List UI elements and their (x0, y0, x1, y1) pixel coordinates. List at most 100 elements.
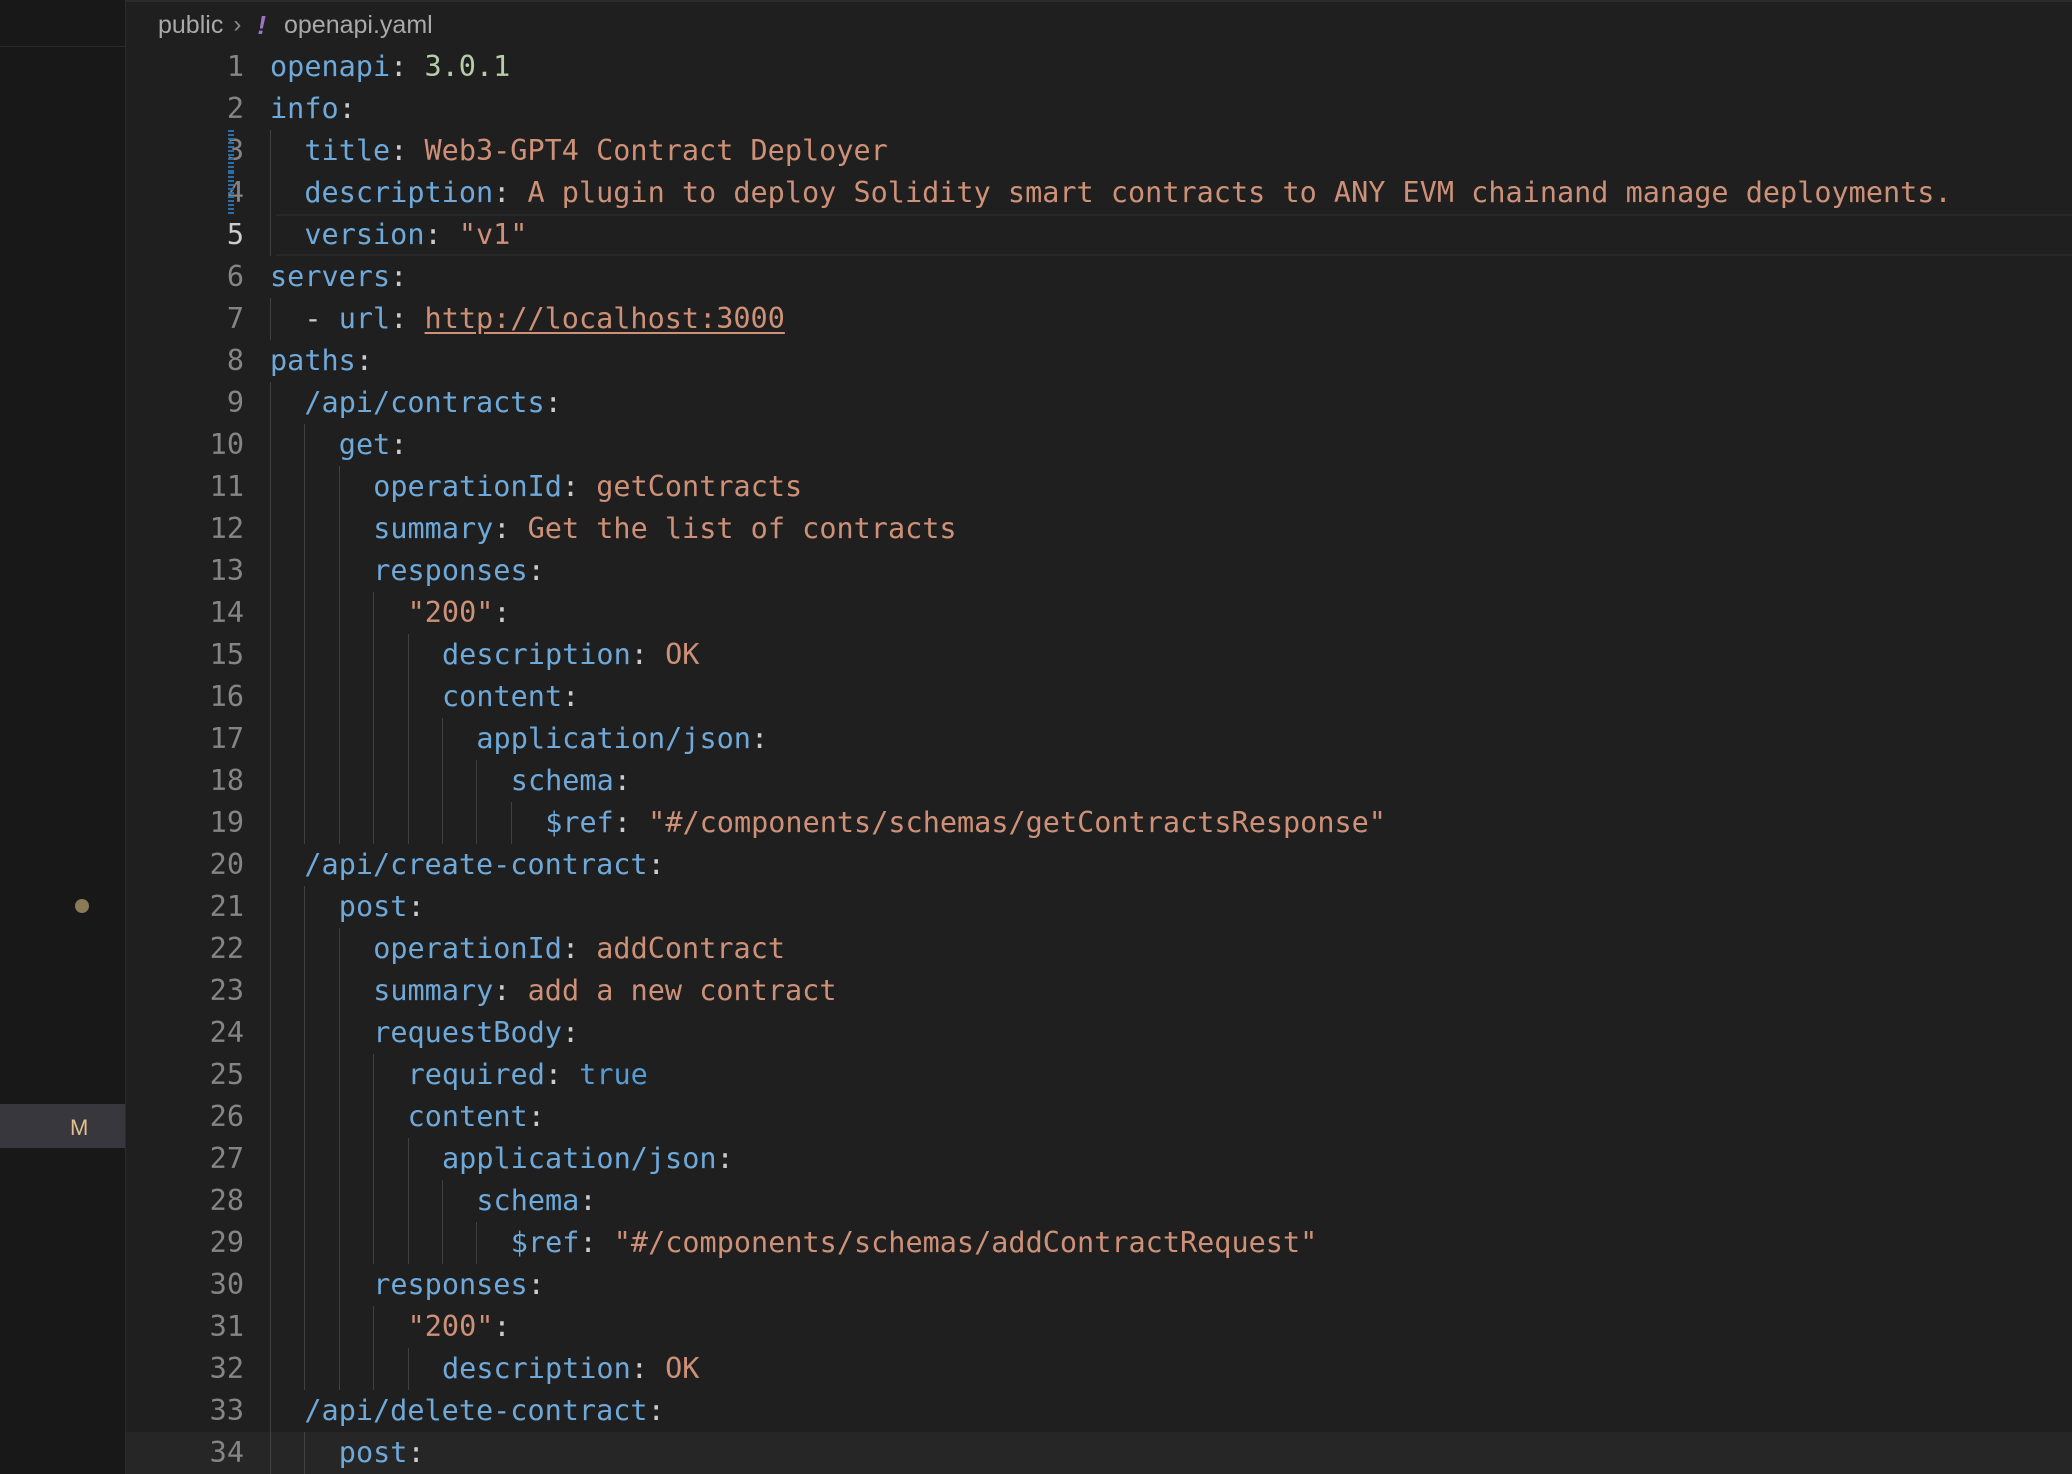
breadcrumb-folder[interactable]: public (158, 11, 223, 40)
code-line[interactable]: 21 post: (126, 886, 2072, 928)
token-key: description (442, 1352, 631, 1385)
code-line[interactable]: 5 version: "v1" (126, 214, 2072, 256)
code-lines[interactable]: 1 openapi: 3.0.1 2 info: 3 title: Web3-GPT4 C… (126, 46, 2072, 1474)
token-str: getContracts (596, 470, 803, 503)
indent-guide (270, 802, 271, 844)
code-line[interactable]: 8 paths: (126, 340, 2072, 382)
code-line[interactable]: 19 $ref: "#/components/schemas/getContrac… (126, 802, 2072, 844)
indent-guide (338, 1306, 340, 1348)
chevron-right-icon: › (233, 11, 242, 38)
indent-guide (407, 1138, 409, 1180)
indent-guide (304, 802, 306, 844)
code-line[interactable]: 9/api/contracts: (126, 382, 2072, 424)
line-number: 25 (209, 1058, 244, 1091)
code-line[interactable]: 11 operationId: getContracts (126, 466, 2072, 508)
indent-guide (373, 676, 375, 718)
indent-guide (270, 1180, 271, 1222)
line-content: required: true (408, 1054, 648, 1096)
explorer-item-selected[interactable] (0, 1104, 125, 1148)
git-change-marker[interactable] (228, 130, 234, 172)
code-line[interactable]: 29 $ref: "#/components/schemas/addContrac… (126, 1222, 2072, 1264)
code-line[interactable]: 2 info: (126, 88, 2072, 130)
indent-guide (270, 760, 271, 802)
token-key: application/json (476, 722, 751, 755)
code-editor[interactable]: public › ! openapi.yaml 1 openapi: 3.0.1 2… (126, 0, 2072, 1474)
code-line[interactable]: 22 operationId: addContract (126, 928, 2072, 970)
code-line[interactable]: 34 post: (126, 1432, 2072, 1474)
code-line[interactable]: 14 "200": (126, 592, 2072, 634)
code-line[interactable]: 32 description: OK (126, 1348, 2072, 1390)
line-number: 26 (209, 1100, 244, 1133)
indent-guide (270, 970, 271, 1012)
code-line[interactable]: 28 schema: (126, 1180, 2072, 1222)
code-line[interactable]: 16 content: (126, 676, 2072, 718)
indent-guide (476, 760, 478, 802)
code-line[interactable]: 27 application/json: (126, 1138, 2072, 1180)
code-line[interactable]: 1 openapi: 3.0.1 (126, 46, 2072, 88)
token-key: content (442, 680, 563, 713)
token-key: info (270, 92, 339, 125)
line-number: 5 (226, 218, 244, 251)
indent-guide (304, 466, 306, 508)
line-content: post: (339, 886, 425, 928)
code-line[interactable]: 3 title: Web3-GPT4 Contract Deployer (126, 130, 2072, 172)
code-line[interactable]: 13 responses: (126, 550, 2072, 592)
indent-guide (407, 634, 409, 676)
token-str: Web3-GPT4 Contract Deployer (424, 134, 888, 167)
line-content: $ref: "#/components/schemas/addContractR… (511, 1222, 1317, 1264)
code-line[interactable]: 30 responses: (126, 1264, 2072, 1306)
breadcrumb: public › ! openapi.yaml (158, 8, 433, 42)
line-number: 14 (209, 596, 244, 629)
code-line[interactable]: 17 application/json: (126, 718, 2072, 760)
indent-guide (407, 802, 409, 844)
indent-guide (304, 1222, 306, 1264)
code-line[interactable]: 20/api/create-contract: (126, 844, 2072, 886)
token-punc: : (750, 722, 769, 755)
code-line[interactable]: 31 "200": (126, 1306, 2072, 1348)
token-key: /api/contracts (304, 386, 545, 419)
code-line[interactable]: 24 requestBody: (126, 1012, 2072, 1054)
indent-guide (304, 1180, 306, 1222)
code-line[interactable]: 12 summary: Get the list of contracts (126, 508, 2072, 550)
indent-guide (270, 1138, 271, 1180)
indent-guide (270, 1096, 271, 1138)
token-punc: : (390, 260, 408, 293)
indent-guide (270, 1306, 271, 1348)
code-line[interactable]: 4 description: A plugin to deploy Solidit… (126, 172, 2072, 214)
line-content: servers: (270, 256, 407, 298)
token-key: title (304, 134, 391, 167)
indent-guide (304, 424, 306, 466)
token-str: "#/components/schemas/addContractRequest… (613, 1226, 1318, 1259)
code-line[interactable]: 18 schema: (126, 760, 2072, 802)
code-line[interactable]: 33/api/delete-contract: (126, 1390, 2072, 1432)
line-content: schema: (476, 1180, 596, 1222)
git-change-marker[interactable] (228, 172, 234, 214)
indent-guide (338, 1264, 340, 1306)
indent-guide (338, 1096, 340, 1138)
indent-guide (338, 592, 340, 634)
token-key: schema (510, 764, 614, 797)
token-punc: : (647, 1394, 665, 1427)
line-number: 34 (209, 1436, 244, 1469)
line-content: info: (270, 88, 356, 130)
code-line[interactable]: 23 summary: add a new contract (126, 970, 2072, 1012)
breadcrumb-file[interactable]: openapi.yaml (284, 11, 433, 40)
line-content: description: OK (442, 634, 699, 676)
code-line[interactable]: 7 - url: http://localhost:3000 (126, 298, 2072, 340)
indent-guide (270, 1012, 271, 1054)
line-content: - url: http://localhost:3000 (304, 298, 784, 340)
indent-guide (304, 1138, 306, 1180)
code-line[interactable]: 25 required: true (126, 1054, 2072, 1096)
code-line[interactable]: 10 get: (126, 424, 2072, 466)
token-punc: : (561, 1016, 580, 1049)
token-url[interactable]: http://localhost:3000 (425, 302, 785, 335)
indent-guide (407, 1348, 409, 1390)
token-key: application/json (442, 1142, 717, 1175)
line-number: 11 (209, 470, 244, 503)
code-line[interactable]: 26 content: (126, 1096, 2072, 1138)
indent-guide (270, 298, 271, 340)
code-line[interactable]: 6 servers: (126, 256, 2072, 298)
code-line[interactable]: 15 description: OK (126, 634, 2072, 676)
line-number: 6 (226, 260, 244, 293)
token-punc: : (544, 386, 562, 419)
